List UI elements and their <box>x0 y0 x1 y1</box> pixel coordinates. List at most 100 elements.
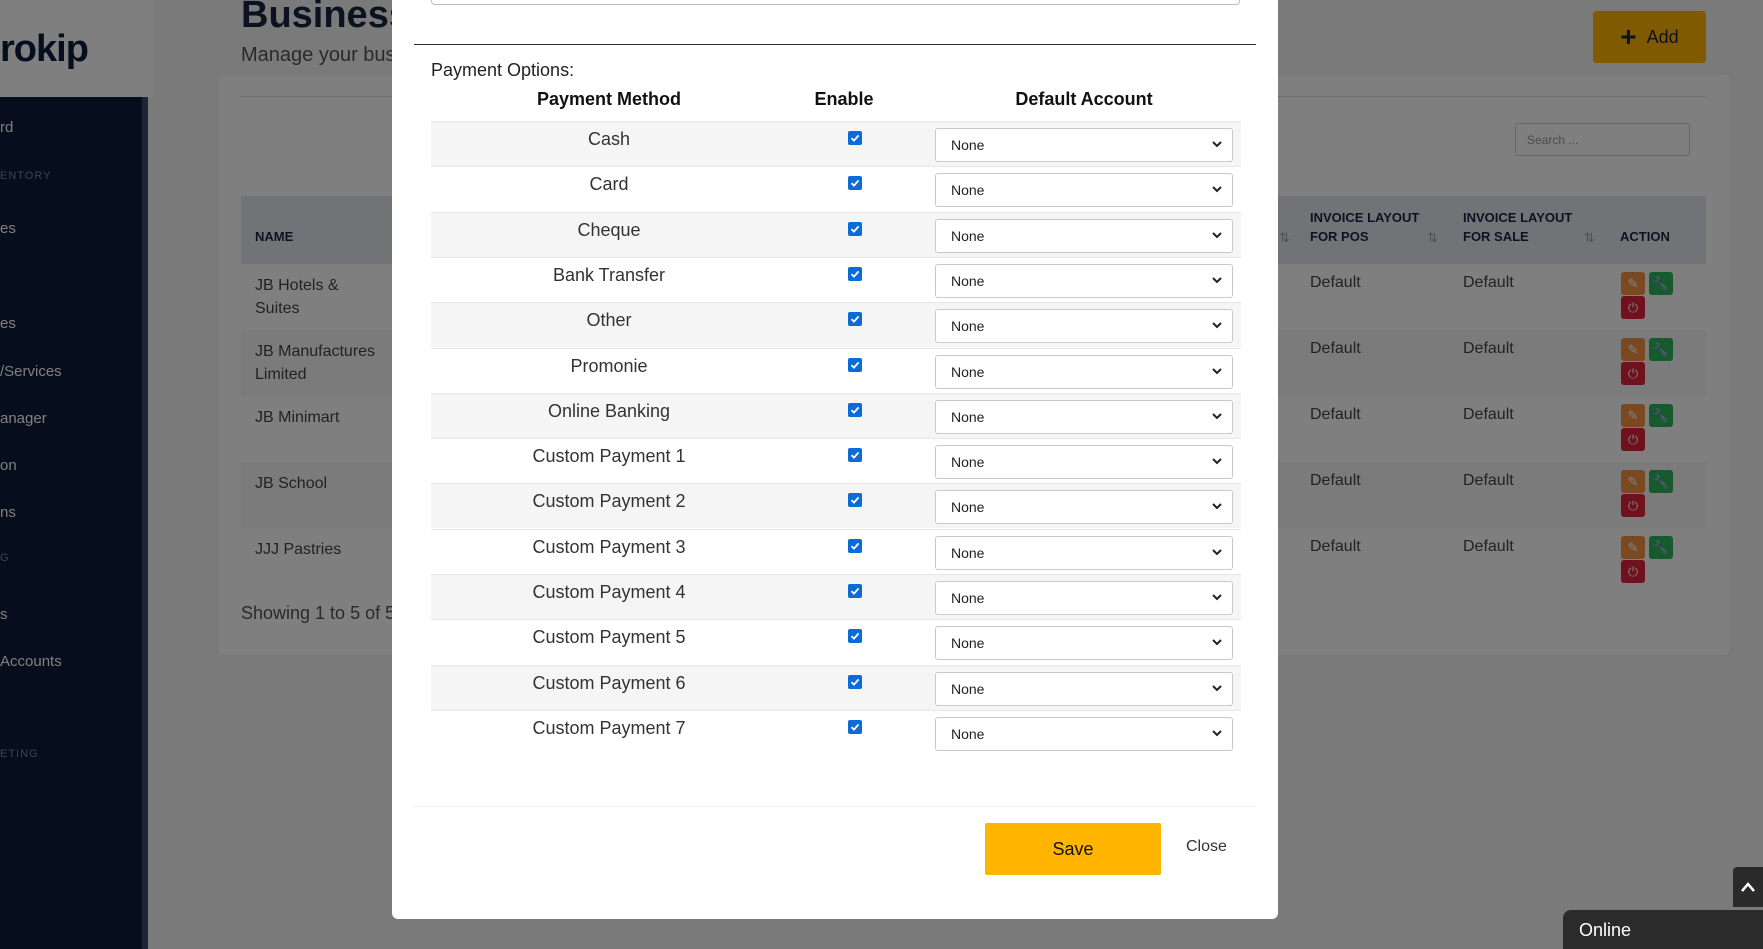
payment-method-name: Cash <box>587 129 631 149</box>
payment-method-row: Bank Transfer None <box>431 256 1241 302</box>
checkmark-icon <box>850 225 860 233</box>
scroll-to-top-button[interactable] <box>1733 867 1763 907</box>
default-account-select[interactable]: None <box>935 354 1233 389</box>
enable-checkbox[interactable] <box>848 176 862 191</box>
payment-method-name: Custom Payment 3 <box>532 536 686 557</box>
default-account-select[interactable]: None <box>935 399 1233 434</box>
default-account-select[interactable]: None <box>935 671 1233 706</box>
default-account-select[interactable]: None <box>935 490 1233 525</box>
payment-method-row: Custom Payment 6 None <box>431 664 1241 710</box>
selected-account: None <box>951 318 985 335</box>
selected-account: None <box>951 635 985 652</box>
chevron-down-icon <box>1212 322 1222 329</box>
payment-method-name: Custom Payment 6 <box>532 672 686 693</box>
default-account-select[interactable]: None <box>935 716 1233 751</box>
selected-account: None <box>951 408 985 425</box>
payment-method-row: Custom Payment 2 None <box>431 483 1241 529</box>
selected-account: None <box>951 182 985 199</box>
enable-checkbox[interactable] <box>848 538 862 553</box>
enable-checkbox[interactable] <box>848 357 862 372</box>
selected-account: None <box>951 725 985 742</box>
enable-checkbox[interactable] <box>848 629 862 644</box>
payment-method-name: Other <box>586 310 632 331</box>
enable-checkbox[interactable] <box>848 719 862 734</box>
default-account-select[interactable]: None <box>935 581 1233 615</box>
enable-checkbox[interactable] <box>848 131 862 145</box>
enable-checkbox[interactable] <box>848 221 862 236</box>
chevron-up-icon <box>1741 882 1755 892</box>
chevron-down-icon <box>1212 639 1222 646</box>
payment-method-row: Card None <box>431 166 1241 211</box>
chevron-down-icon <box>1212 367 1222 374</box>
close-button[interactable]: Close <box>1186 838 1227 856</box>
chevron-down-icon <box>1212 413 1222 420</box>
default-account-select[interactable]: None <box>935 445 1233 480</box>
enable-checkbox[interactable] <box>848 493 862 508</box>
chevron-down-icon <box>1212 684 1222 692</box>
selected-account: None <box>951 363 985 380</box>
payment-method-row: Custom Payment 1 None <box>431 438 1241 483</box>
enable-checkbox[interactable] <box>848 584 862 598</box>
chevron-down-icon <box>1212 594 1222 601</box>
payment-method-name: Custom Payment 2 <box>532 491 686 512</box>
payment-method-row: Custom Payment 3 None <box>431 528 1241 574</box>
checkmark-icon <box>850 542 860 550</box>
selected-account: None <box>951 680 985 697</box>
payment-method-name: Custom Payment 4 <box>532 582 686 602</box>
selected-account: None <box>951 137 985 153</box>
payment-method-name: Promonie <box>570 355 648 376</box>
checkmark-icon <box>850 587 860 595</box>
col-payment-method: Payment Method <box>536 89 682 109</box>
chevron-down-icon <box>1212 458 1222 465</box>
location-field[interactable] <box>431 0 1240 5</box>
payment-method-name: Cheque <box>577 219 641 240</box>
checkmark-icon <box>850 180 860 188</box>
selected-account: None <box>951 590 985 606</box>
save-button[interactable]: Save <box>985 823 1161 875</box>
online-chat-widget[interactable]: Online <box>1563 910 1763 949</box>
default-account-select[interactable]: None <box>935 626 1233 661</box>
default-account-select[interactable]: None <box>935 309 1233 344</box>
default-account-select[interactable]: None <box>935 173 1233 208</box>
payment-method-name: Custom Payment 7 <box>532 717 686 738</box>
payment-options-label: Payment Options: <box>431 60 575 80</box>
payment-method-row: Custom Payment 7 None <box>431 709 1241 755</box>
default-account-select[interactable]: None <box>935 218 1233 253</box>
enable-checkbox[interactable] <box>848 448 862 463</box>
checkmark-icon <box>850 361 860 369</box>
enable-checkbox[interactable] <box>848 312 862 327</box>
selected-account: None <box>951 272 985 289</box>
modal-footer-divider <box>414 806 1256 807</box>
chevron-down-icon <box>1212 503 1222 510</box>
chevron-down-icon <box>1212 277 1222 284</box>
payment-method-row: Promonie None <box>431 347 1241 393</box>
payment-method-name: Custom Payment 1 <box>532 446 686 467</box>
payment-options-modal: Payment Options: Payment Method Enable D… <box>392 0 1278 919</box>
checkmark-icon <box>850 451 860 459</box>
payment-method-row: Other None <box>431 302 1241 348</box>
default-account-select[interactable]: None <box>935 263 1233 298</box>
selected-account: None <box>951 544 985 561</box>
enable-checkbox[interactable] <box>848 266 862 281</box>
chevron-down-icon <box>1212 186 1222 193</box>
selected-account: None <box>951 454 985 471</box>
col-default-account: Default Account <box>1015 89 1153 109</box>
default-account-select[interactable]: None <box>935 535 1233 570</box>
checkmark-icon <box>850 134 860 142</box>
checkmark-icon <box>850 315 860 324</box>
selected-account: None <box>951 227 985 244</box>
checkmark-icon <box>850 633 860 641</box>
payment-method-row: Cash None <box>431 121 1241 166</box>
chevron-down-icon <box>1212 141 1222 148</box>
checkmark-icon <box>850 678 860 686</box>
payment-method-row: Cheque None <box>431 211 1241 257</box>
payment-method-row: Custom Payment 5 None <box>431 619 1241 664</box>
enable-checkbox[interactable] <box>848 674 862 689</box>
payment-method-name: Custom Payment 5 <box>532 627 686 648</box>
col-enable: Enable <box>814 89 874 109</box>
enable-checkbox[interactable] <box>848 402 862 417</box>
checkmark-icon <box>850 270 860 278</box>
selected-account: None <box>951 499 985 516</box>
default-account-select[interactable]: None <box>935 128 1233 162</box>
checkmark-icon <box>850 406 860 414</box>
